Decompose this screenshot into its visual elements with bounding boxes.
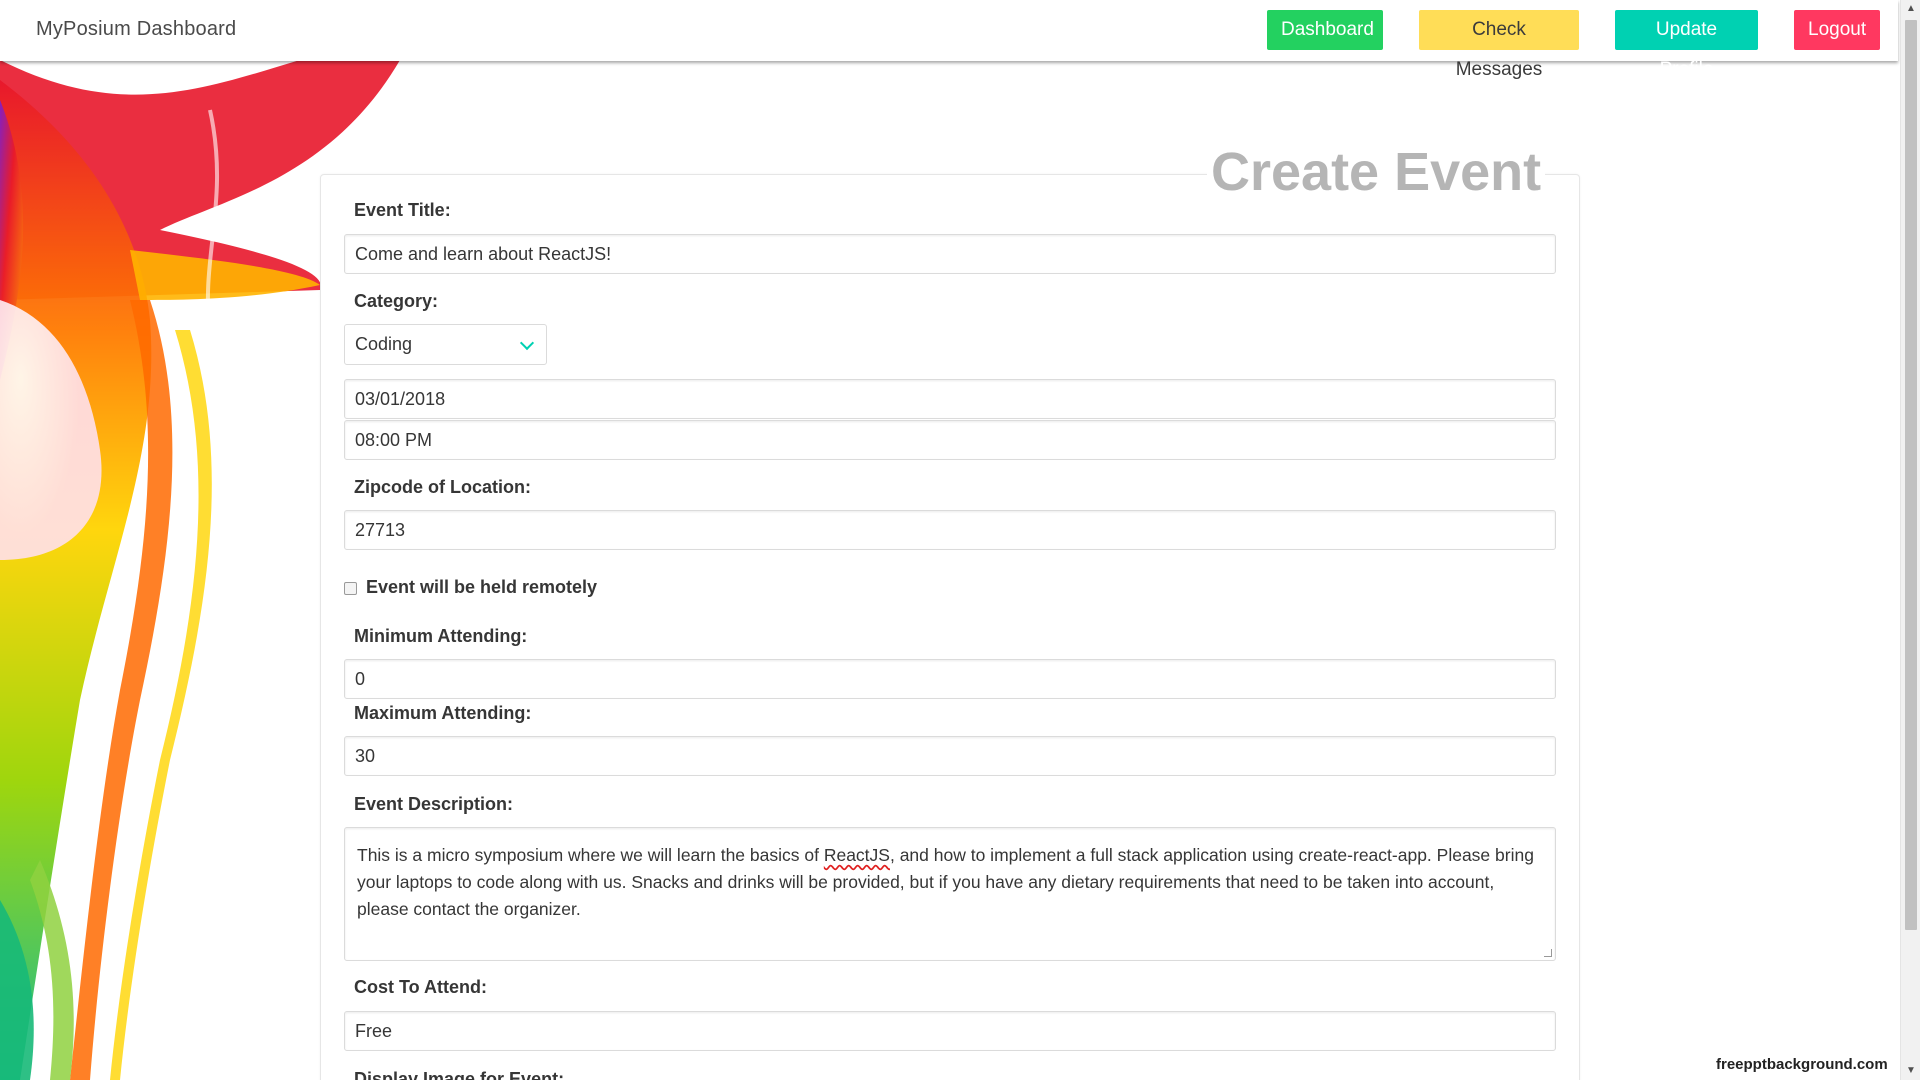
description-text-start: This is a micro symposium where we will … — [357, 845, 824, 865]
min-attending-input[interactable]: 0 — [344, 659, 1556, 699]
zipcode-label: Zipcode of Location: — [354, 477, 531, 497]
scroll-up-arrow-icon[interactable]: ▲ — [1901, 0, 1920, 18]
max-attending-label: Maximum Attending: — [354, 703, 532, 723]
time-input[interactable]: 08:00 PM — [344, 420, 1556, 460]
category-label: Category: — [354, 291, 439, 311]
page-scrollbar[interactable]: ▲ ▼ — [1900, 0, 1920, 1080]
event-title-label: Event Title: — [354, 200, 451, 220]
dashboard-button[interactable]: Dashboard — [1267, 10, 1383, 50]
cost-label: Cost To Attend: — [354, 977, 487, 997]
logout-button[interactable]: Logout — [1794, 10, 1880, 50]
background-watermark: freepptbackground.com — [1716, 1056, 1888, 1073]
check-messages-button[interactable]: Check Messages — [1419, 10, 1579, 80]
zipcode-input[interactable]: 27713 — [344, 510, 1556, 550]
max-attending-input[interactable]: 30 — [344, 736, 1556, 776]
brand-title[interactable]: MyPosium Dashboard — [36, 18, 236, 41]
remote-checkbox-label[interactable]: Event will be held remotely — [366, 577, 597, 598]
update-profile-button[interactable]: Update Profile — [1615, 10, 1758, 80]
remote-checkbox[interactable] — [344, 582, 357, 595]
date-input[interactable]: 03/01/2018 — [344, 379, 1556, 419]
page-title: Create Event — [1207, 140, 1546, 204]
chevron-down-icon — [519, 335, 535, 351]
description-textarea[interactable]: This is a micro symposium where we will … — [344, 827, 1556, 961]
top-navbar: MyPosium Dashboard Dashboard Check Messa… — [0, 0, 1898, 80]
category-selected-value: Coding — [355, 334, 413, 354]
resize-grip-icon[interactable] — [1544, 949, 1552, 957]
scroll-down-arrow-icon[interactable]: ▼ — [1901, 1062, 1920, 1080]
description-label: Event Description: — [354, 794, 514, 814]
display-image-label: Display Image for Event: — [354, 1069, 565, 1080]
cost-input[interactable]: Free — [344, 1011, 1556, 1051]
category-select[interactable]: Coding — [344, 324, 547, 365]
description-misspelled-word: ReactJS — [823, 845, 890, 865]
scroll-thumb[interactable] — [1905, 20, 1917, 930]
min-attending-label: Minimum Attending: — [354, 626, 528, 646]
event-title-input[interactable]: Come and learn about ReactJS! — [344, 234, 1556, 274]
